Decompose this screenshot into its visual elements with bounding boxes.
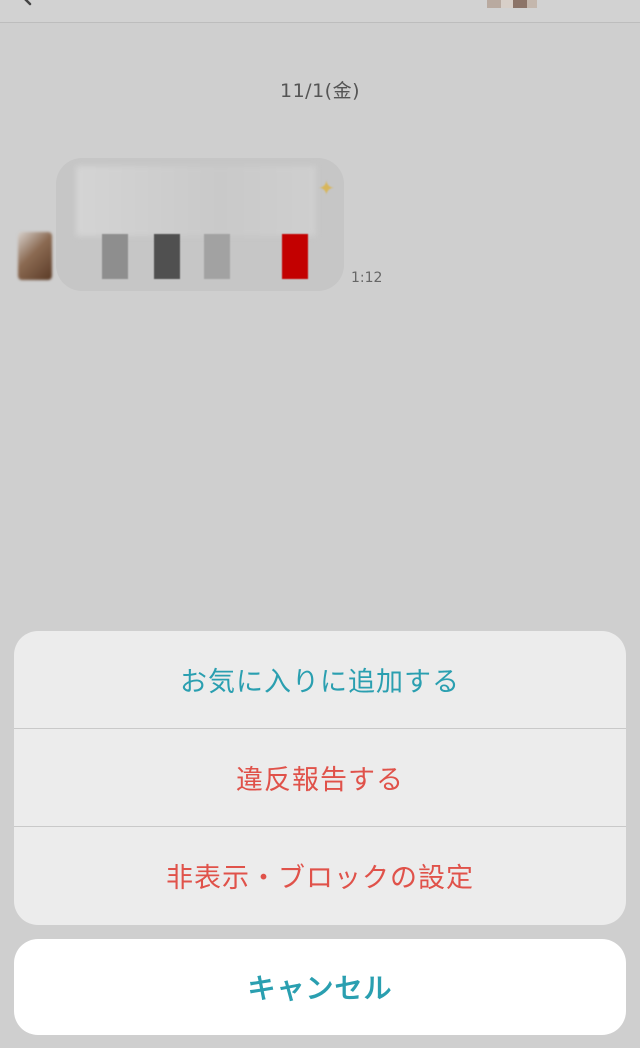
blurred-block	[204, 234, 230, 279]
navigation-bar	[0, 0, 640, 23]
message-bubble[interactable]: ✦	[56, 158, 344, 291]
hide-block-settings-button[interactable]: 非表示・ブロックの設定	[14, 826, 626, 924]
sender-avatar[interactable]	[18, 232, 52, 280]
action-sheet: お気に入りに追加する 違反報告する 非表示・ブロックの設定	[14, 631, 626, 925]
blurred-block	[154, 234, 180, 279]
header-avatar[interactable]	[487, 0, 537, 8]
date-separator: 11/1(金)	[280, 80, 360, 102]
blurred-block	[102, 234, 128, 279]
blurred-content	[76, 166, 316, 236]
report-violation-button[interactable]: 違反報告する	[14, 728, 626, 826]
blurred-block	[282, 234, 308, 279]
message-time: 1:12	[351, 270, 383, 286]
add-to-favorites-button[interactable]: お気に入りに追加する	[14, 631, 626, 728]
sparkle-icon: ✦	[318, 176, 335, 200]
cancel-button[interactable]: キャンセル	[14, 939, 626, 1035]
back-arrow-icon[interactable]	[18, 0, 36, 6]
